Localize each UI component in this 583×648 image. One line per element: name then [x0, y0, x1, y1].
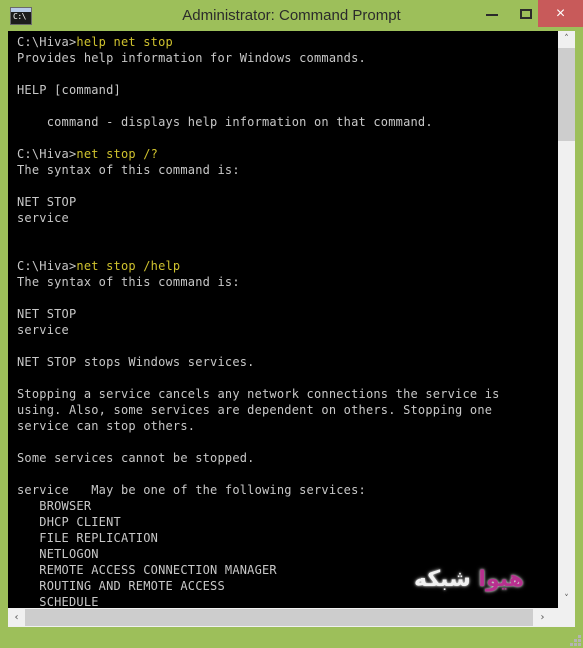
console-line: REMOTE ACCESS CONNECTION MANAGER — [17, 563, 277, 577]
console-line: using. Also, some services are dependent… — [17, 403, 493, 417]
maximize-icon — [520, 8, 532, 19]
console-line: DHCP CLIENT — [17, 515, 121, 529]
console-line: Stopping a service cancels any network c… — [17, 387, 500, 401]
console-line: FILE REPLICATION — [17, 531, 159, 545]
console-line: NET STOP stops Windows services. — [17, 355, 255, 369]
console-line: The syntax of this command is: — [17, 275, 240, 289]
scroll-down-icon[interactable]: ˅ — [558, 591, 575, 608]
horizontal-scrollbar[interactable]: ‹ › — [8, 608, 575, 627]
horizontal-scrollbar-thumb[interactable] — [25, 609, 533, 626]
console-line: HELP [command] — [17, 83, 121, 97]
titlebar[interactable]: C:\ Administrator: Command Prompt × — [0, 0, 583, 31]
console-line: NET STOP — [17, 195, 77, 209]
console-line: service can stop others. — [17, 419, 196, 433]
console-line: service — [17, 211, 69, 225]
console-line: BROWSER — [17, 499, 92, 513]
minimize-button[interactable] — [473, 0, 511, 27]
minimize-icon — [486, 13, 498, 16]
console-prompt: C:\Hiva> — [17, 147, 77, 161]
console-line: NET STOP — [17, 307, 77, 321]
watermark-brand-colored: هیوا — [478, 567, 524, 592]
console-command: net stop /help — [76, 259, 181, 273]
close-icon: × — [555, 5, 566, 22]
console-command: net stop /? — [76, 147, 159, 161]
console-output: C:\Hiva>help net stop Provides help info… — [17, 34, 500, 608]
vertical-scrollbar[interactable]: ˄ ˅ — [558, 31, 575, 608]
scroll-left-icon[interactable]: ‹ — [8, 609, 25, 626]
console-line: Some services cannot be stopped. — [17, 451, 255, 465]
command-prompt-window: C:\ Administrator: Command Prompt × C:\H… — [0, 0, 583, 648]
console-prompt: C:\Hiva> — [17, 259, 77, 273]
close-button[interactable]: × — [538, 0, 583, 27]
watermark: هیوا شبکه — [414, 567, 524, 592]
resize-grip[interactable] — [569, 634, 581, 646]
console-prompt: C:\Hiva> — [17, 35, 77, 49]
vertical-scrollbar-thumb[interactable] — [558, 48, 575, 141]
console-screen[interactable]: C:\Hiva>help net stop Provides help info… — [8, 31, 542, 608]
console-client-area: C:\Hiva>help net stop Provides help info… — [8, 31, 575, 627]
console-line: ROUTING AND REMOTE ACCESS — [17, 579, 225, 593]
scroll-up-icon[interactable]: ˄ — [558, 31, 575, 48]
scroll-right-icon[interactable]: › — [534, 609, 551, 626]
console-line: The syntax of this command is: — [17, 163, 240, 177]
console-line: Provides help information for Windows co… — [17, 51, 366, 65]
console-line: NETLOGON — [17, 547, 99, 561]
console-line: command - displays help information on t… — [17, 115, 433, 129]
console-line: SCHEDULE — [17, 595, 99, 608]
watermark-brand-white: شبکه — [413, 567, 471, 592]
console-line: service — [17, 323, 69, 337]
console-command: help net stop — [76, 35, 173, 49]
console-line: service May be one of the following serv… — [17, 483, 366, 497]
